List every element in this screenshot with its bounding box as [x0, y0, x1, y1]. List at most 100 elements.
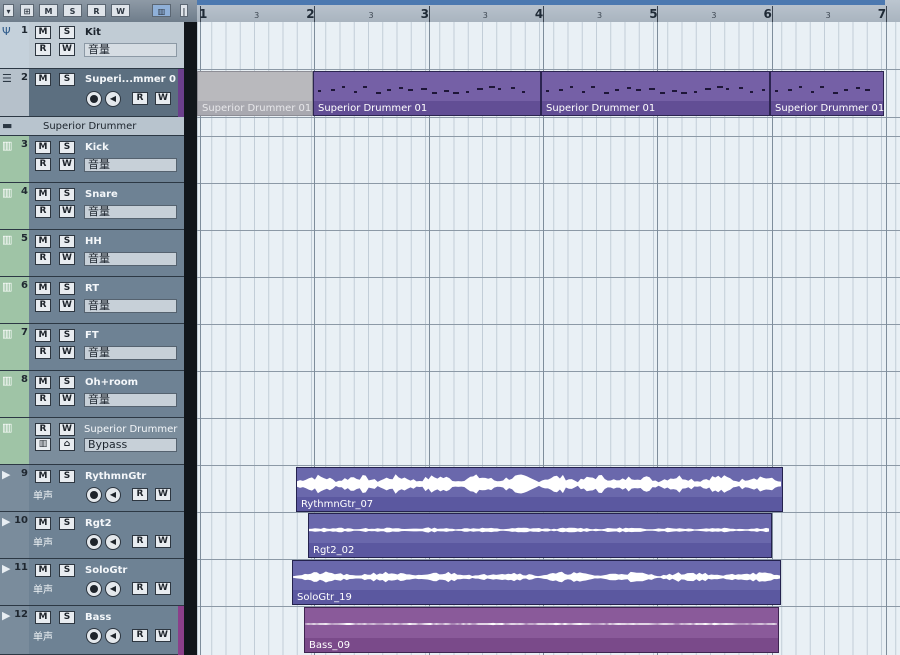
read-button[interactable]: R [35, 423, 51, 436]
solo-button[interactable]: S [59, 282, 75, 295]
lock-icon[interactable]: ⌂ [59, 438, 75, 451]
solo-button[interactable]: S [59, 188, 75, 201]
solo-button[interactable]: S [59, 376, 75, 389]
read-button[interactable]: R [35, 299, 51, 312]
mute-button[interactable]: M [35, 564, 51, 577]
track-hh[interactable]: ▥ 5 M S HH R W 音量 [0, 230, 184, 277]
automation-parameter[interactable]: 音量 [84, 393, 177, 407]
timeline-ruler[interactable]: 1 3 2 3 3 3 4 3 5 3 6 3 7 [197, 0, 900, 23]
mute-button[interactable]: M [35, 26, 51, 39]
monitor-button[interactable]: ◀ [105, 581, 121, 597]
write-button[interactable]: W [155, 488, 171, 501]
solo-button[interactable]: S [59, 26, 75, 39]
solo-button[interactable]: S [59, 564, 75, 577]
monitor-button[interactable]: ◀ [105, 91, 121, 107]
read-button[interactable]: R [132, 488, 148, 501]
solo-button[interactable]: S [59, 517, 75, 530]
automation-parameter[interactable]: 音量 [84, 43, 177, 57]
read-button[interactable]: R [35, 393, 51, 406]
mute-button[interactable]: M [35, 235, 51, 248]
mute-button[interactable]: M [35, 329, 51, 342]
write-button[interactable]: W [59, 205, 75, 218]
read-button[interactable]: R [35, 252, 51, 265]
midi-part[interactable]: Superior Drummer 01 [541, 71, 770, 116]
write-button[interactable]: W [59, 299, 75, 312]
midi-part[interactable]: Superior Drummer 01 [770, 71, 884, 116]
audio-event[interactable]: Rgt2_02 [308, 513, 772, 558]
read-button[interactable]: R [132, 92, 148, 105]
automation-parameter[interactable]: 音量 [84, 158, 177, 172]
global-mute-button[interactable]: M [39, 4, 58, 17]
read-button[interactable]: R [132, 582, 148, 595]
track-colors-icon[interactable]: ▥ [152, 4, 171, 17]
automation-parameter[interactable]: 音量 [84, 299, 177, 313]
write-button[interactable]: W [155, 92, 171, 105]
solo-button[interactable]: S [59, 73, 75, 86]
solo-button[interactable]: S [59, 141, 75, 154]
record-enable-button[interactable] [86, 91, 102, 107]
audio-event[interactable]: RythmnGtr_07 [296, 467, 783, 512]
record-enable-button[interactable] [86, 487, 102, 503]
rack-edit-icon[interactable]: ▥ [35, 438, 51, 451]
track-sologtr[interactable]: ▶ 11 M S SoloGtr 单声 ◀ R W [0, 559, 184, 606]
track-oh-room[interactable]: ▥ 8 M S Oh+room R W 音量 [0, 371, 184, 418]
track-rythmngtr[interactable]: ▶ 9 M S RythmnGtr 单声 ◀ R W [0, 465, 184, 512]
write-button[interactable]: W [59, 346, 75, 359]
track-vsti-superior-drummer[interactable]: ▥ R W Superior Drummer ▥ ⌂ Bypass [0, 418, 184, 465]
folder-track[interactable]: ▬ Superior Drummer [0, 117, 184, 136]
automation-parameter[interactable]: 音量 [84, 346, 177, 360]
write-button[interactable]: W [59, 393, 75, 406]
audio-event[interactable]: SoloGtr_19 [292, 560, 781, 605]
mute-button[interactable]: M [35, 376, 51, 389]
solo-button[interactable]: S [59, 611, 75, 624]
audio-event[interactable]: Bass_09 [304, 607, 779, 653]
record-enable-button[interactable] [86, 581, 102, 597]
write-button[interactable]: W [155, 582, 171, 595]
track-ft[interactable]: ▥ 7 M S FT R W 音量 [0, 324, 184, 371]
write-button[interactable]: W [59, 158, 75, 171]
read-button[interactable]: R [132, 535, 148, 548]
automation-parameter[interactable]: 音量 [84, 252, 177, 266]
write-button[interactable]: W [59, 423, 75, 436]
track-snare[interactable]: ▥ 4 M S Snare R W 音量 [0, 183, 184, 230]
mute-button[interactable]: M [35, 188, 51, 201]
track-kick[interactable]: ▥ 3 M S Kick R W 音量 [0, 136, 184, 183]
record-enable-button[interactable] [86, 534, 102, 550]
solo-button[interactable]: S [59, 235, 75, 248]
track-superior-drummer-midi[interactable]: ☰ 2 M S Superi...mmer 0 ◀ R W [0, 69, 184, 117]
global-write-button[interactable]: W [111, 4, 130, 17]
write-button[interactable]: W [59, 252, 75, 265]
midi-part[interactable]: Superior Drummer 01 [313, 71, 541, 116]
track-rgt2[interactable]: ▶ 10 M S Rgt2 单声 ◀ R W [0, 512, 184, 559]
record-enable-button[interactable] [86, 628, 102, 644]
read-button[interactable]: R [35, 43, 51, 56]
monitor-button[interactable]: ◀ [105, 534, 121, 550]
mute-button[interactable]: M [35, 517, 51, 530]
write-button[interactable]: W [59, 43, 75, 56]
read-button[interactable]: R [35, 346, 51, 359]
mute-button[interactable]: M [35, 470, 51, 483]
expand-icon[interactable]: ⊞ [20, 4, 34, 17]
track-rt[interactable]: ▥ 6 M S RT R W 音量 [0, 277, 184, 324]
global-read-button[interactable]: R [87, 4, 106, 17]
automation-parameter[interactable]: 音量 [84, 205, 177, 219]
monitor-button[interactable]: ◀ [105, 487, 121, 503]
solo-button[interactable]: S [59, 470, 75, 483]
dropdown-arrow-icon[interactable]: ▾ [3, 4, 14, 17]
mute-button[interactable]: M [35, 611, 51, 624]
read-button[interactable]: R [35, 158, 51, 171]
event-display[interactable]: Superior Drummer 01 Superior Drummer 01 … [197, 22, 900, 655]
mute-button[interactable]: M [35, 141, 51, 154]
solo-button[interactable]: S [59, 329, 75, 342]
track-bass[interactable]: ▶ 12 M S Bass 单声 ◀ R W [0, 606, 184, 655]
divider-handle-icon[interactable]: | [180, 4, 188, 17]
list-divider[interactable] [184, 22, 197, 655]
loop-range-bar[interactable] [197, 0, 885, 5]
mute-button[interactable]: M [35, 282, 51, 295]
mute-button[interactable]: M [35, 73, 51, 86]
write-button[interactable]: W [155, 629, 171, 642]
write-button[interactable]: W [155, 535, 171, 548]
track-kit[interactable]: Ψ 1 M S Kit R W 音量 [0, 22, 184, 69]
monitor-button[interactable]: ◀ [105, 628, 121, 644]
read-button[interactable]: R [35, 205, 51, 218]
